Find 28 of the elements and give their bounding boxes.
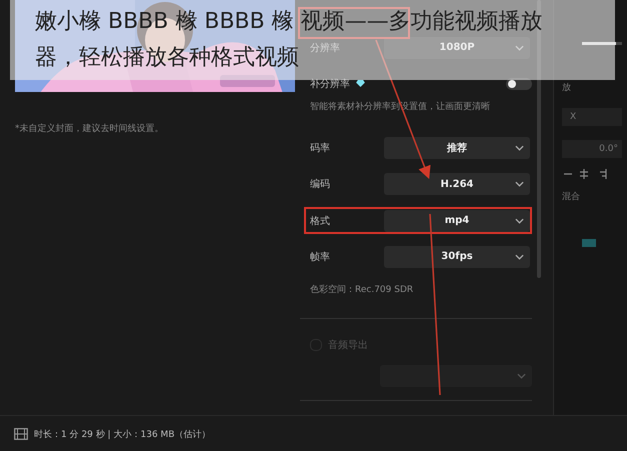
panel-label: 放 xyxy=(562,82,572,94)
chevron-icon xyxy=(515,181,524,188)
chevron-icon xyxy=(515,145,524,152)
chevron-icon xyxy=(515,254,524,260)
setting-dropdown[interactable]: 30fps xyxy=(384,246,530,268)
setting-label: 帧率 xyxy=(310,250,331,264)
setting-note: 色彩空间：Rec.709 SDR xyxy=(310,284,414,296)
duration-size-text: 时长：1 分 29 秒 | 大小：136 MB（估计） xyxy=(34,428,210,440)
cover-hint: *未自定义封面，建议去时间线设置。 xyxy=(15,122,164,135)
setting-label: 编码 xyxy=(310,178,331,192)
setting-label: 补分辨率 xyxy=(310,78,350,91)
setting-label: 格式 xyxy=(310,214,331,228)
setting-label: 分辨率 xyxy=(310,42,341,55)
slider-fill[interactable] xyxy=(582,42,616,45)
film-icon xyxy=(14,428,28,440)
color-swatch xyxy=(582,239,596,247)
setting-dropdown[interactable]: H.264 xyxy=(384,173,530,196)
chevron-icon xyxy=(517,372,526,379)
chevron-icon xyxy=(515,44,524,51)
rotation-field[interactable]: 0.0° xyxy=(562,140,622,158)
audio-export-label: 音频导出 xyxy=(328,338,368,352)
setting-label: 码率 xyxy=(310,142,331,156)
toggle-switch[interactable] xyxy=(506,78,532,90)
chevron-icon xyxy=(515,218,524,224)
setting-dropdown[interactable]: 推荐 xyxy=(384,137,530,160)
setting-dropdown[interactable]: mp4 xyxy=(384,210,530,232)
x-field[interactable]: X xyxy=(562,108,622,126)
blend-label: 混合 xyxy=(562,190,581,203)
